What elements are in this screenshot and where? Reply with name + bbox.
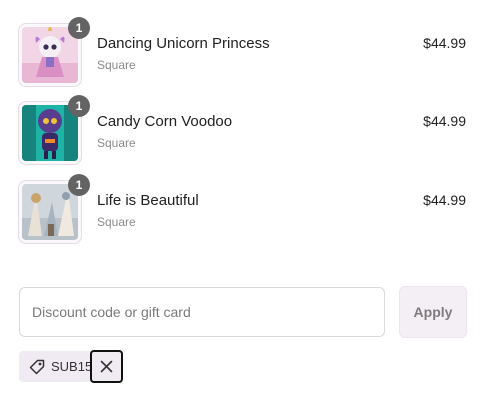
quantity-badge: 1 bbox=[68, 174, 90, 196]
cart-item: 1 Candy Corn Voodoo Square $44.99 bbox=[0, 95, 500, 171]
landscape-art-thumbnail bbox=[22, 184, 78, 240]
unicorn-art-thumbnail bbox=[22, 27, 78, 83]
remove-discount-button[interactable] bbox=[90, 350, 123, 383]
product-title: Dancing Unicorn Princess bbox=[97, 35, 270, 52]
voodoo-doll-art-thumbnail bbox=[22, 105, 78, 161]
cart-item: 1 Dancing Unicorn Princess Square $44.99 bbox=[0, 17, 500, 93]
quantity-badge: 1 bbox=[68, 95, 90, 117]
product-variant: Square bbox=[97, 58, 136, 72]
tag-icon bbox=[29, 359, 45, 375]
applied-discount-chip: SUB15 bbox=[19, 351, 93, 382]
product-price: $44.99 bbox=[423, 35, 466, 51]
product-price: $44.99 bbox=[423, 192, 466, 208]
product-variant: Square bbox=[97, 136, 136, 150]
product-title: Life is Beautiful bbox=[97, 192, 199, 209]
quantity-badge: 1 bbox=[68, 17, 90, 39]
applied-discount-code: SUB15 bbox=[51, 359, 93, 374]
apply-discount-button[interactable]: Apply bbox=[399, 286, 467, 338]
product-variant: Square bbox=[97, 215, 136, 229]
close-icon bbox=[100, 360, 113, 373]
cart-item: 1 Life is Beautiful Square $44.99 bbox=[0, 174, 500, 250]
product-price: $44.99 bbox=[423, 113, 466, 129]
product-title: Candy Corn Voodoo bbox=[97, 113, 233, 130]
discount-code-input[interactable] bbox=[19, 287, 385, 337]
